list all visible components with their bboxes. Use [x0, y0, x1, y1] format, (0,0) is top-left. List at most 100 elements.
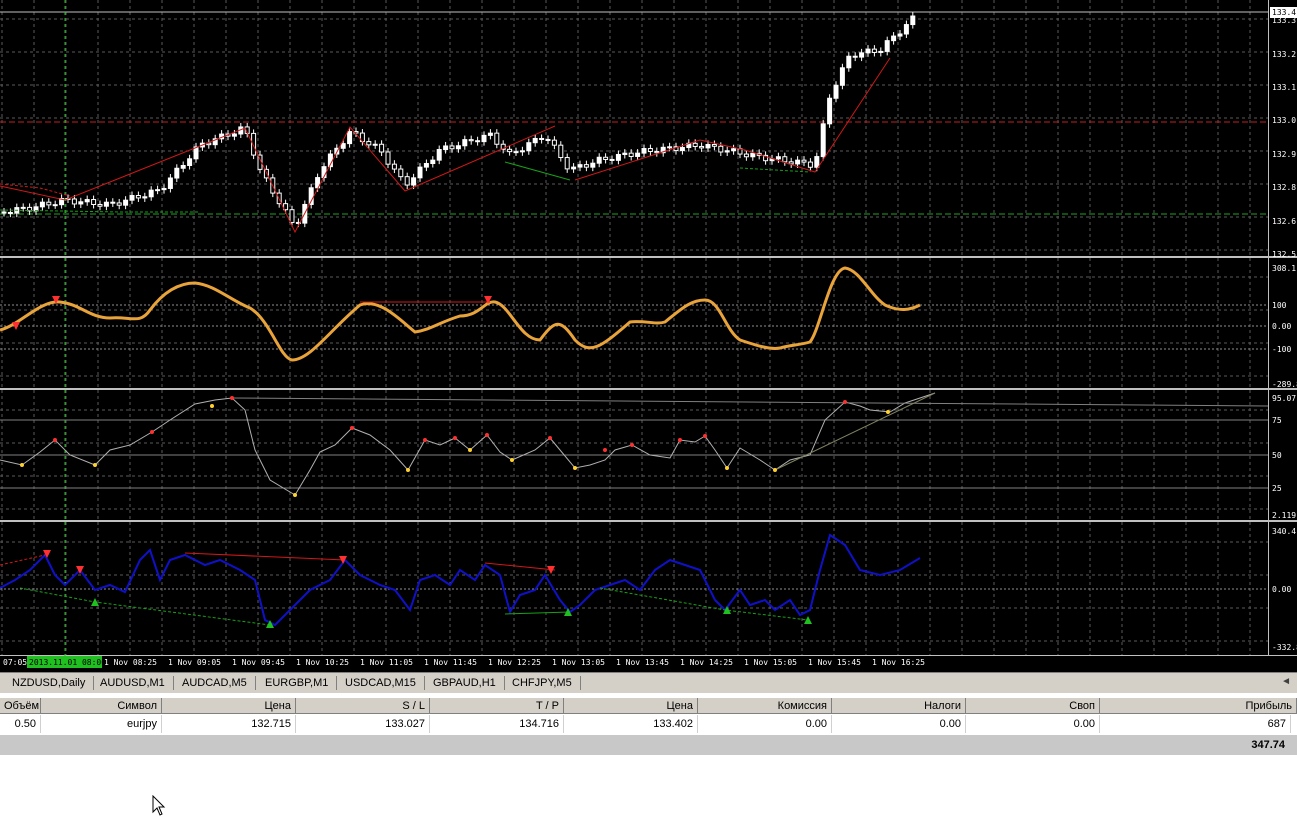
- tab-gbpaud-h1[interactable]: GBPAUD,H1: [427, 676, 505, 690]
- tab-audusd-m1[interactable]: AUDUSD,M1: [94, 676, 174, 690]
- tab-usdcad-m15[interactable]: USDCAD,M15: [339, 676, 425, 690]
- rsi-peak-dot: [230, 396, 234, 400]
- time-axis-label: 1 Nov 15:45: [808, 658, 861, 667]
- candle-body: [449, 145, 455, 150]
- rsi-peak-dot: [678, 438, 682, 442]
- rsi-trough-dot: [573, 466, 577, 470]
- candle-body: [910, 15, 916, 26]
- candle-body: [897, 33, 903, 37]
- cell-volume: 0.50: [0, 715, 41, 733]
- candle-body: [865, 48, 871, 54]
- osc-axis-label: 340.4: [1272, 527, 1296, 536]
- col-taxes[interactable]: Налоги: [832, 698, 966, 714]
- osc-green-line: [504, 611, 571, 615]
- candle-body: [289, 209, 295, 223]
- rsi-trough-dot: [210, 404, 214, 408]
- price-axis-label: 133.0: [1272, 116, 1296, 125]
- time-axis-label: 1 Nov 09:45: [232, 658, 285, 667]
- candle-body: [340, 143, 346, 149]
- rsi-peak-dot: [53, 438, 57, 442]
- candle-body: [487, 132, 493, 136]
- rsi-peak-dot: [453, 436, 457, 440]
- col-commission[interactable]: Комиссия: [698, 698, 832, 714]
- price-axis-label: 132.6: [1272, 217, 1296, 226]
- tab-nzdusd-daily[interactable]: NZDUSD,Daily: [6, 676, 95, 690]
- candle-body: [116, 202, 122, 206]
- tab-audcad-m5[interactable]: AUDCAD,M5: [176, 676, 256, 690]
- candle-body: [884, 40, 890, 52]
- rsi-trough-dot: [725, 466, 729, 470]
- trend-green-line: [504, 161, 571, 181]
- candle-body: [532, 137, 538, 144]
- terminal-header-row: Объём Символ Цена S / L T / P Цена Комис…: [0, 698, 1297, 714]
- rsi-trough-dot: [20, 463, 24, 467]
- candle-body: [174, 167, 180, 179]
- rsi-trough-dot: [510, 458, 514, 462]
- candle-body: [193, 146, 199, 160]
- candle-body: [667, 146, 673, 149]
- zigzag-line: [0, 125, 556, 234]
- candle-body: [379, 143, 385, 153]
- candle-body: [839, 67, 845, 86]
- candle-body: [436, 149, 442, 161]
- candle-body: [679, 147, 685, 152]
- candle-body: [155, 189, 161, 192]
- candle-body: [1, 211, 7, 214]
- rsi-peak-dot: [703, 434, 707, 438]
- candle-body: [78, 201, 84, 205]
- col-profit[interactable]: Прибыль: [1100, 698, 1297, 714]
- cell-commission: 0.00: [698, 715, 832, 733]
- candle-body: [705, 144, 711, 149]
- col-open-price[interactable]: Цена: [162, 698, 296, 714]
- price-axis-label: 132.9: [1272, 150, 1296, 159]
- col-stop-loss[interactable]: S / L: [296, 698, 430, 714]
- candle-body: [20, 206, 26, 209]
- candle-body: [724, 150, 730, 153]
- candle-body: [142, 196, 148, 199]
- chart-canvas[interactable]: 133.4133.3133.2133.1133.0132.9132.8132.6…: [0, 0, 1297, 672]
- candle-body: [711, 144, 717, 147]
- col-swap[interactable]: Своп: [966, 698, 1100, 714]
- candle-body: [148, 189, 154, 198]
- time-axis-label: 07:05: [3, 658, 27, 667]
- candle-body: [820, 123, 826, 158]
- candle-body: [430, 159, 436, 165]
- osc-divergence-line: [0, 554, 46, 566]
- candle-body: [603, 156, 609, 160]
- candle-body: [878, 50, 884, 53]
- tabs-scroll-left-icon[interactable]: ◄: [1281, 676, 1291, 687]
- time-axis-label: 1 Nov 08:25: [104, 658, 157, 667]
- total-profit: 347.74: [1251, 739, 1285, 751]
- time-axis-label: 1 Nov 16:25: [872, 658, 925, 667]
- osc-divergence-line: [484, 562, 556, 571]
- candle-body: [411, 177, 417, 186]
- osc-axis-label: 0.00: [1272, 585, 1291, 594]
- table-row[interactable]: 0.50 eurjpy 132.715 133.027 134.716 133.…: [0, 715, 1297, 733]
- price-axis-label: 132.8: [1272, 183, 1296, 192]
- candle-body: [71, 198, 77, 205]
- rsi-trough-dot: [93, 463, 97, 467]
- rsi-axis-label: 25: [1272, 484, 1282, 493]
- cell-swap: 0.00: [966, 715, 1100, 733]
- price-chart-area[interactable]: 133.4 133.3 133.2 133.1 133.0 132.9 132.8 132.6…: [0, 0, 1297, 672]
- trend-green-line: [739, 167, 811, 173]
- cell-current-price: 133.402: [564, 715, 698, 733]
- candle-body: [135, 195, 141, 199]
- col-volume[interactable]: Объём: [0, 698, 41, 714]
- candle-body: [468, 139, 474, 142]
- candle-body: [526, 142, 532, 152]
- osc-divergence-line: [184, 552, 346, 561]
- tab-chfjpy-m5[interactable]: CHFJPY,M5: [506, 676, 581, 690]
- candle-body: [596, 156, 602, 164]
- candle-body: [635, 152, 641, 157]
- tab-eurgbp-m1[interactable]: EURGBP,M1: [259, 676, 338, 690]
- col-take-profit[interactable]: T / P: [430, 698, 564, 714]
- col-current-price[interactable]: Цена: [564, 698, 698, 714]
- candle-body: [423, 163, 429, 168]
- rsi-axis-label: 50: [1272, 451, 1282, 460]
- time-axis-label: 1 Nov 09:05: [168, 658, 221, 667]
- candle-body: [647, 148, 653, 153]
- candle-body: [775, 156, 781, 160]
- col-symbol[interactable]: Символ: [41, 698, 162, 714]
- candle-body: [628, 152, 634, 157]
